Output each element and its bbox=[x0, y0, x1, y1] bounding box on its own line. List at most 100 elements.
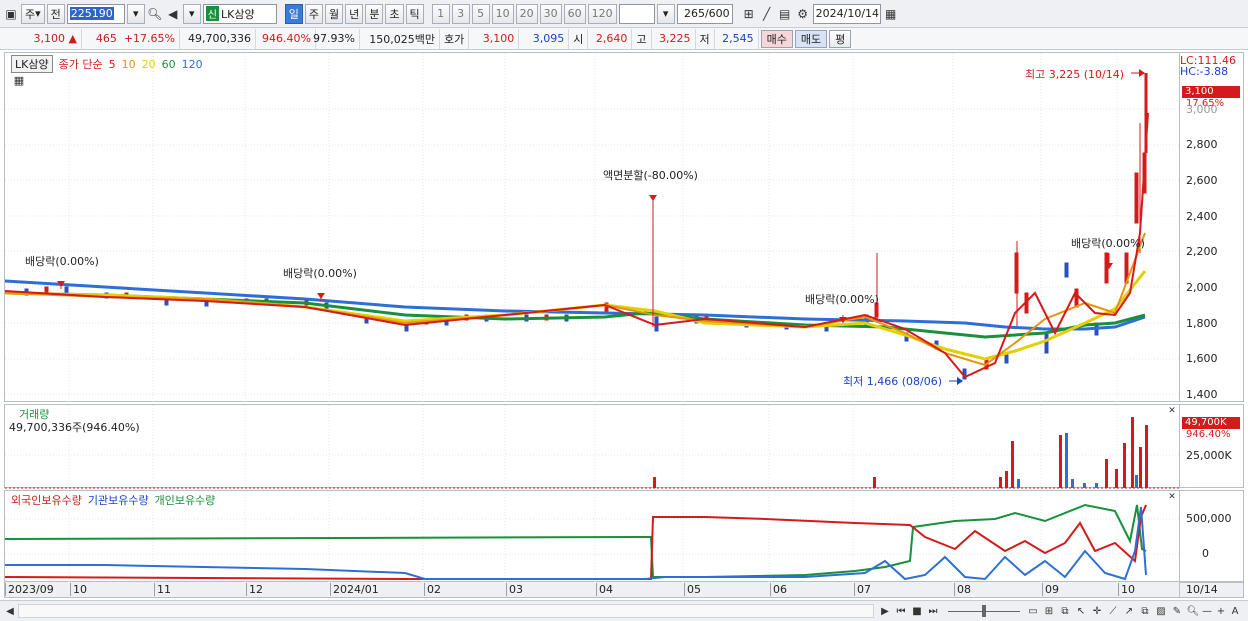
x-tick: 04 bbox=[596, 583, 613, 596]
y-tick-2600: 2,600 bbox=[1186, 174, 1218, 187]
interval-60[interactable]: 60 bbox=[563, 3, 586, 24]
x-tick: 09 bbox=[1042, 583, 1059, 596]
period-week[interactable]: 주 bbox=[304, 3, 324, 24]
mode-selector[interactable]: 주 ▾ bbox=[21, 3, 45, 24]
y-tick-3000: 3,000 bbox=[1186, 103, 1218, 116]
buy-button[interactable]: 매수 bbox=[760, 29, 793, 48]
eval-button[interactable]: 평 bbox=[829, 29, 852, 48]
tool-line-icon[interactable]: ↖ bbox=[1074, 603, 1088, 619]
tool-copy-icon[interactable]: ⧉ bbox=[1058, 603, 1072, 619]
y-tick-2200: 2,200 bbox=[1186, 245, 1218, 258]
legend-ma20[interactable]: 20 bbox=[142, 58, 156, 71]
rewind-icon[interactable]: ⏮ bbox=[894, 603, 908, 619]
x-tick: 05 bbox=[684, 583, 701, 596]
stop-icon[interactable]: ■ bbox=[910, 603, 924, 619]
navigation-bar: ◀ ▶ ⏮ ■ ⏭ ▭ ⊞ ⧉ ↖ ✛ ⟋ ↗ ⧉ ▨ ✎ 🔍︎ — + A bbox=[0, 600, 1248, 621]
scroll-left-icon[interactable]: ◀ bbox=[3, 603, 17, 619]
high-price: 3,225 bbox=[652, 28, 696, 49]
gear-icon[interactable]: ⚙ bbox=[795, 5, 811, 23]
interval-input[interactable] bbox=[618, 3, 655, 24]
save-icon[interactable]: ▤ bbox=[777, 5, 793, 23]
period-tick[interactable]: 틱 bbox=[405, 3, 424, 24]
period-year[interactable]: 년 bbox=[345, 3, 364, 24]
line-tools-icon[interactable]: ╱ bbox=[759, 5, 775, 23]
tool-copy2-icon[interactable]: ⧉ bbox=[1138, 603, 1152, 619]
zoom-in-icon[interactable]: + bbox=[1214, 603, 1228, 619]
period-second[interactable]: 초 bbox=[385, 3, 404, 24]
data-count-field[interactable]: 265/600 bbox=[676, 3, 733, 24]
holdings-close-icon[interactable]: ✕ bbox=[1167, 492, 1177, 502]
quote-bar: 3,100 ▲ 465 +17.65% 49,700,336 946.40% 9… bbox=[0, 28, 1248, 50]
price-legend: LK삼양 종가 단순 5 10 20 60 120 bbox=[11, 55, 203, 73]
prev-button[interactable]: 전 bbox=[46, 3, 65, 24]
slider-knob[interactable] bbox=[982, 605, 986, 617]
search-icon[interactable]: 🔍︎ bbox=[147, 5, 163, 23]
date-input[interactable]: 2024/10/14 bbox=[812, 3, 881, 24]
legend-institution[interactable]: 기관보유수량 bbox=[88, 492, 149, 508]
current-price: 3,100 ▲ bbox=[0, 28, 82, 49]
legend-ma5[interactable]: 5 bbox=[109, 58, 116, 71]
x-tick: 03 bbox=[506, 583, 523, 596]
y-tick-1400: 1,400 bbox=[1186, 388, 1218, 401]
x-tick: 2024/01 bbox=[330, 583, 379, 596]
open-label: 시 bbox=[569, 28, 589, 49]
period-minute[interactable]: 분 bbox=[365, 3, 384, 24]
price-change: 465 +17.65% bbox=[82, 28, 180, 49]
stock-code-input[interactable]: 225190 bbox=[66, 3, 125, 24]
legend-ma10[interactable]: 10 bbox=[122, 58, 136, 71]
interval-1[interactable]: 1 bbox=[431, 3, 450, 24]
period-month[interactable]: 월 bbox=[325, 3, 344, 24]
legend-foreign[interactable]: 외국인보유수량 bbox=[11, 492, 82, 508]
speed-slider[interactable] bbox=[948, 605, 1020, 617]
interval-dropdown-button[interactable]: ▾ bbox=[656, 3, 675, 24]
volume-panel[interactable]: 거래량 49,700,336주(946.40%) ✕ bbox=[4, 404, 1181, 489]
window-icon[interactable]: ▣ bbox=[3, 5, 19, 23]
price-chart-panel[interactable]: LK삼양 종가 단순 5 10 20 60 120 ▦ 배당락(0.00%) 배… bbox=[4, 52, 1181, 403]
annotation-low: 최저 1,466 (08/06) bbox=[843, 375, 943, 388]
tool-image-icon[interactable]: ▨ bbox=[1154, 603, 1168, 619]
sell-button[interactable]: 매도 bbox=[794, 29, 828, 48]
tool-rect-icon[interactable]: ▭ bbox=[1026, 603, 1040, 619]
tool-trend-icon[interactable]: ⟋ bbox=[1106, 603, 1120, 619]
interval-30[interactable]: 30 bbox=[539, 3, 562, 24]
legend-ma-title: 종가 단순 bbox=[58, 58, 103, 71]
speaker-dropdown-button[interactable]: ▾ bbox=[182, 3, 201, 24]
holdings-panel[interactable]: 외국인보유수량 기관보유수량 개인보유수량 ✕ bbox=[4, 490, 1181, 583]
holdings-axis: 500,000 0 bbox=[1180, 490, 1244, 582]
code-dropdown-button[interactable]: ▾ bbox=[126, 3, 145, 24]
holdings-tick-500000: 500,000 bbox=[1186, 512, 1232, 525]
tool-edit-icon[interactable]: ✎ bbox=[1170, 603, 1184, 619]
volume-close-icon[interactable]: ✕ bbox=[1167, 406, 1177, 416]
zoom-icon[interactable]: 🔍︎ bbox=[1186, 603, 1200, 619]
zoom-out-icon[interactable]: — bbox=[1200, 603, 1214, 619]
data-count-total: /600 bbox=[704, 7, 730, 20]
scroll-right-icon[interactable]: ▶ bbox=[878, 603, 892, 619]
tool-cross-icon[interactable]: ✛ bbox=[1090, 603, 1104, 619]
volume-value-label: 49,700,336주(946.40%) bbox=[9, 421, 140, 434]
scroll-track[interactable] bbox=[18, 604, 874, 618]
font-size-icon[interactable]: A bbox=[1228, 603, 1242, 619]
interval-10[interactable]: 10 bbox=[491, 3, 514, 24]
speaker-icon[interactable]: ◀ bbox=[165, 5, 181, 23]
stock-name-field[interactable]: 신 LK삼양 bbox=[202, 3, 277, 24]
interval-20[interactable]: 20 bbox=[515, 3, 538, 24]
calendar-icon[interactable]: ▦ bbox=[883, 5, 899, 23]
forward-icon[interactable]: ⏭ bbox=[926, 603, 940, 619]
annotation-split: 액면분할(-80.00%) bbox=[603, 169, 698, 182]
chart-tools-icon[interactable]: ⊞ bbox=[741, 5, 757, 23]
stock-name-value: LK삼양 bbox=[220, 7, 255, 21]
open-price: 2,640 bbox=[588, 28, 633, 49]
interval-5[interactable]: 5 bbox=[471, 3, 490, 24]
legend-ma120[interactable]: 120 bbox=[182, 58, 203, 71]
interval-3[interactable]: 3 bbox=[451, 3, 470, 24]
interval-120[interactable]: 120 bbox=[587, 3, 617, 24]
low-label: 저 bbox=[696, 28, 715, 49]
period-day[interactable]: 일 bbox=[284, 3, 303, 24]
tool-grid-icon[interactable]: ⊞ bbox=[1042, 603, 1056, 619]
legend-ma60[interactable]: 60 bbox=[162, 58, 176, 71]
calculator-icon[interactable]: ▦ bbox=[11, 71, 27, 89]
price-value: 3,100 bbox=[33, 32, 66, 45]
tool-arrow-icon[interactable]: ↗ bbox=[1122, 603, 1136, 619]
legend-individual[interactable]: 개인보유수량 bbox=[155, 492, 216, 508]
volume-tick: 25,000K bbox=[1186, 449, 1232, 462]
